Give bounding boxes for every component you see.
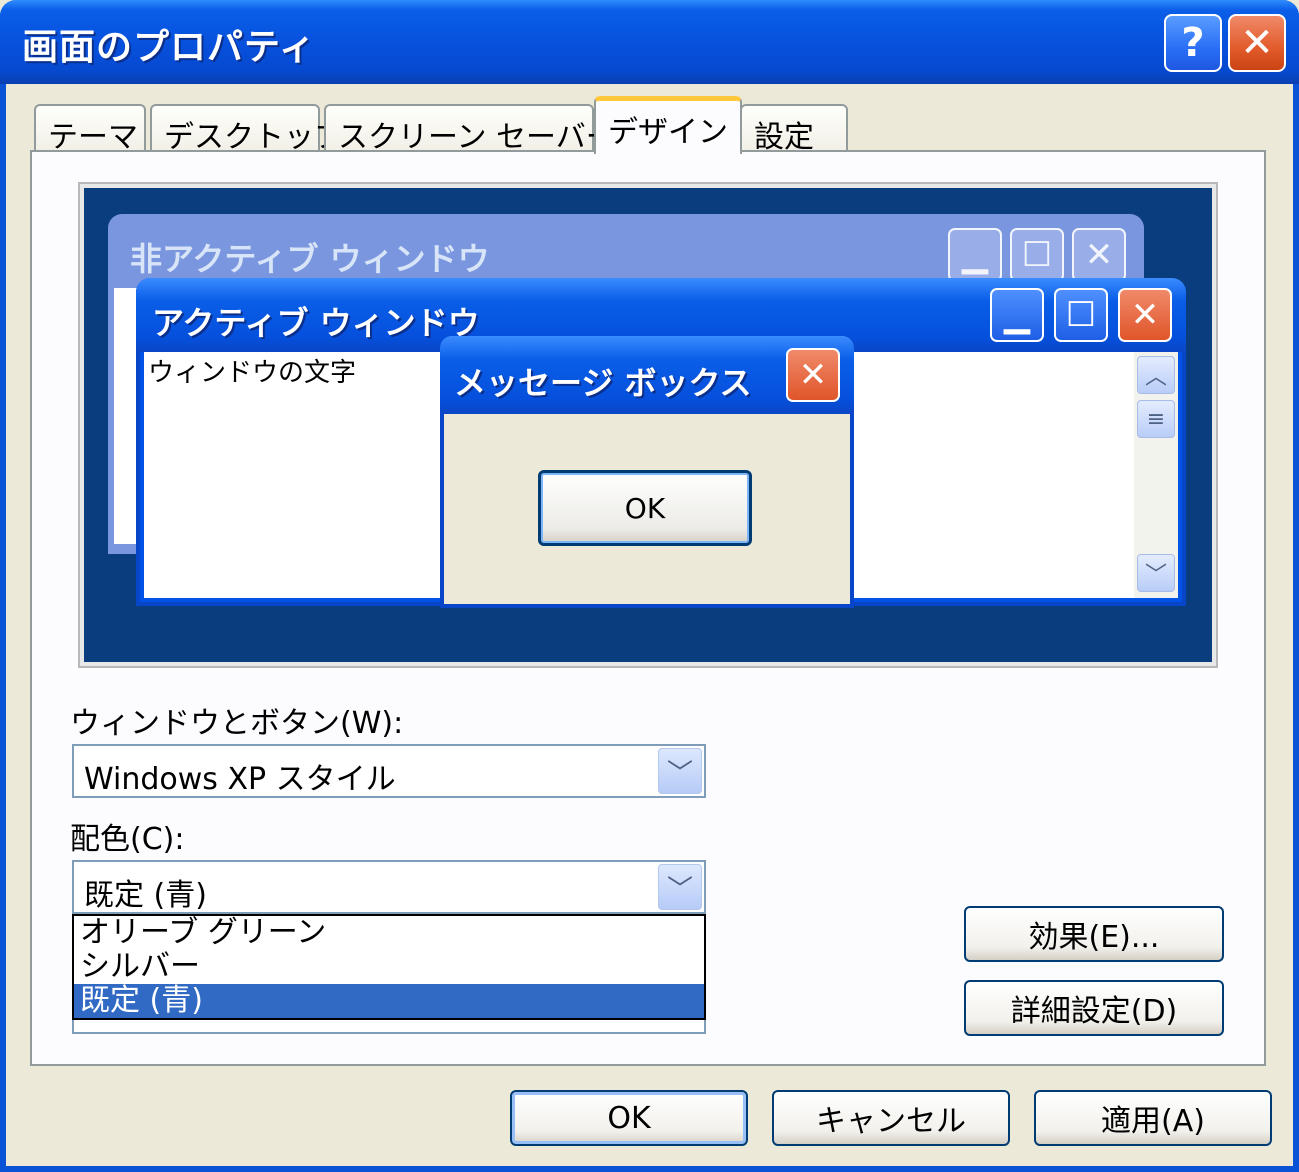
windows-buttons-select[interactable]: Windows XP スタイル ﹀: [72, 744, 706, 798]
effects-button[interactable]: 効果(E)...: [964, 906, 1224, 962]
close-button[interactable]: ✕: [1228, 14, 1286, 72]
message-box-ok-sample: OK: [538, 470, 752, 546]
message-box-title: メッセージ ボックス: [454, 364, 752, 402]
maximize-icon: ☐: [1010, 228, 1064, 282]
chevron-down-icon[interactable]: ﹀: [658, 748, 702, 794]
color-scheme-select[interactable]: 既定 (青) ﹀: [72, 860, 706, 914]
message-box-preview: メッセージ ボックス ✕ OK: [440, 336, 854, 608]
windows-buttons-label: ウィンドウとボタン(W):: [70, 706, 404, 741]
active-window-title: アクティブ ウィンドウ: [152, 304, 480, 342]
color-scheme-option[interactable]: シルバー: [74, 950, 704, 984]
color-scheme-label: 配色(C):: [70, 822, 185, 857]
cancel-button[interactable]: キャンセル: [772, 1090, 1010, 1146]
windows-buttons-value: Windows XP スタイル: [84, 762, 396, 797]
close-icon: ✕: [1072, 228, 1126, 282]
chevron-down-icon[interactable]: ﹀: [658, 864, 702, 910]
inactive-window-title: 非アクティブ ウィンドウ: [130, 240, 490, 278]
tab-screensaver[interactable]: スクリーン セーバー: [324, 104, 616, 155]
close-icon: ✕: [786, 348, 840, 402]
color-scheme-option[interactable]: オリーブ グリーン: [74, 916, 704, 950]
appearance-preview: 非アクティブ ウィンドウ ▁ ☐ ✕ アクティブ ウィンドウ ▁ ☐ ✕ ウィン…: [78, 182, 1218, 668]
close-icon: ✕: [1240, 20, 1274, 66]
close-icon: ✕: [1118, 288, 1172, 342]
advanced-button[interactable]: 詳細設定(D): [964, 980, 1224, 1036]
color-scheme-option-selected[interactable]: 既定 (青): [74, 984, 704, 1018]
tab-settings[interactable]: 設定: [740, 104, 848, 155]
minimize-icon: ▁: [990, 288, 1044, 342]
window-title: 画面のプロパティ: [22, 27, 316, 68]
tab-theme[interactable]: テーマ: [34, 104, 146, 155]
tab-design[interactable]: デザイン: [594, 96, 742, 154]
tab-desktop[interactable]: デスクトップ: [150, 104, 344, 155]
color-scheme-value: 既定 (青): [84, 878, 207, 913]
preview-scrollbar: ︿ ≡ ﹀: [1134, 352, 1178, 598]
scroll-thumb-icon: ≡: [1137, 400, 1175, 438]
title-bar[interactable]: 画面のプロパティ ? ✕: [0, 0, 1299, 84]
help-icon: ?: [1181, 20, 1205, 66]
window-text-sample: ウィンドウの文字: [148, 358, 357, 388]
message-box-titlebar: メッセージ ボックス ✕: [440, 336, 854, 414]
color-scheme-dropdown-list[interactable]: オリーブ グリーン シルバー 既定 (青): [72, 914, 706, 1020]
scroll-up-icon: ︿: [1137, 356, 1175, 394]
apply-button[interactable]: 適用(A): [1034, 1090, 1272, 1146]
ok-button[interactable]: OK: [510, 1090, 748, 1146]
minimize-icon: ▁: [948, 228, 1002, 282]
scroll-down-icon: ﹀: [1137, 554, 1175, 592]
maximize-icon: ☐: [1054, 288, 1108, 342]
help-button[interactable]: ?: [1164, 14, 1222, 72]
